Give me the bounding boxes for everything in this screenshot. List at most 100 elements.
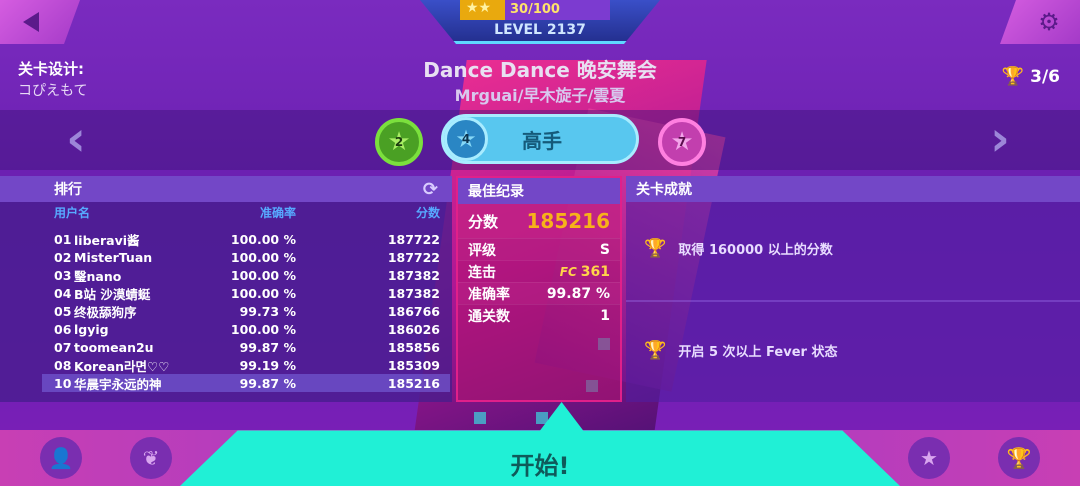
row-rank: 02 (54, 249, 72, 265)
top-bar: ★★ 30/100 LEVEL 2137 ⚙ (0, 0, 1080, 44)
row-rank: 01 (54, 231, 72, 247)
row-rank: 05 (54, 303, 72, 319)
leaderboard-header: 排行 ⟳ (0, 176, 452, 202)
difficulty-selected-pill[interactable]: ★ 4 高手 (441, 114, 639, 164)
prev-level-button[interactable]: ‹ (56, 114, 96, 164)
leaderboard-row[interactable]: 04 B站 沙漠蜻蜓 100.00 % 187382 (0, 284, 452, 302)
song-artist: Mrguai/早木旋子/雲夏 (454, 86, 626, 105)
row-name: Korean라면♡♡ (74, 358, 170, 374)
leaderboard-rows: 01 liberavi酱 100.00 % 187722 02 MisterTu… (0, 222, 452, 392)
difficulty-hard-button[interactable]: ★ 7 (658, 118, 706, 166)
row-name: 终极舔狗序 (74, 304, 137, 320)
clears-value: 1 (600, 307, 610, 324)
trophy-icon[interactable]: 🏆 (998, 437, 1040, 479)
row-accuracy: 100.00 % (230, 267, 296, 283)
settings-button[interactable]: ⚙ (1000, 0, 1080, 44)
best-score-row: 分数 185216 (458, 204, 620, 238)
row-accuracy: 99.19 % (239, 357, 296, 373)
row-score: 185856 (387, 339, 440, 355)
gear-icon: ⚙ (1038, 8, 1060, 36)
row-accuracy: 99.73 % (239, 303, 296, 319)
row-name: toomean2u (74, 339, 154, 355)
leaderboard-title: 排行 (54, 182, 82, 198)
trophy-count: 🏆 3/6 (1002, 66, 1060, 87)
achievement-item: 🏆 取得 160000 以上的分数 (644, 238, 833, 259)
row-rank: 06 (54, 321, 72, 337)
row-score: 186026 (387, 321, 440, 337)
back-arrow-icon (23, 12, 39, 32)
progress-text: 30/100 (510, 2, 560, 17)
column-accuracy: 准确率 (259, 205, 296, 220)
background-square (474, 412, 486, 424)
achievement-divider (626, 300, 1080, 302)
leaderboard-row[interactable]: 03 瑿nano 100.00 % 187382 (0, 266, 452, 284)
leaderboard-row-self[interactable]: 10 华晨宇永远的神 99.87 % 185216 (42, 374, 450, 392)
leaderboard-row[interactable]: 05 终极舔狗序 99.73 % 186766 (0, 302, 452, 320)
row-rank: 03 (54, 267, 72, 283)
star-icon[interactable]: ★ (908, 437, 950, 479)
row-name: B站 沙漠蜻蜓 (74, 286, 151, 302)
best-stats: 评级 S 连击 FC 361 准确率 99.87 % 通关数 1 (458, 238, 620, 326)
song-title: Dance Dance 晚安舞会 (423, 58, 657, 82)
leaderboard-row[interactable]: 08 Korean라면♡♡ 99.19 % 185309 (0, 356, 452, 374)
achievements-panel: 关卡成就 🏆 取得 160000 以上的分数 🏆 开启 5 次以上 Fever … (626, 176, 1080, 402)
trophy-icon: 🏆 (644, 238, 667, 259)
level-label: LEVEL 2137 (494, 22, 586, 38)
combo-label: 连击 (468, 264, 496, 281)
row-accuracy: 100.00 % (230, 285, 296, 301)
column-score: 分数 (415, 205, 440, 220)
difficulty-easy-level: 2 (394, 135, 404, 149)
background-square (536, 412, 548, 424)
row-score: 187382 (387, 267, 440, 283)
accuracy-value: 99.87 % (546, 285, 610, 302)
back-button[interactable] (0, 0, 80, 44)
best-accuracy-row: 准确率 99.87 % (458, 282, 620, 304)
trophy-count-text: 3/6 (1030, 66, 1060, 87)
best-score-value: 185216 (526, 209, 611, 233)
accuracy-label: 准确率 (468, 286, 510, 303)
difficulty-selected-level: 4 (461, 132, 471, 146)
row-accuracy: 99.87 % (239, 375, 296, 391)
row-score: 187382 (387, 285, 440, 301)
best-clears-row: 通关数 1 (458, 304, 620, 326)
achievement-text: 取得 160000 以上的分数 (678, 243, 833, 258)
leaf-icon[interactable]: ❦ (130, 437, 172, 479)
clears-label: 通关数 (468, 308, 510, 325)
row-accuracy: 100.00 % (230, 321, 296, 337)
refresh-icon[interactable]: ⟳ (423, 179, 438, 200)
profile-icon[interactable]: 👤 (40, 437, 82, 479)
full-combo-badge: FC (559, 264, 577, 279)
achievements-title: 关卡成就 (626, 176, 1080, 202)
row-accuracy: 100.00 % (230, 249, 296, 265)
level-progress-bar: ★★ 30/100 (460, 0, 610, 20)
row-rank: 08 (54, 357, 72, 373)
best-record-title: 最佳纪录 (458, 178, 620, 204)
row-name: MisterTuan (74, 249, 153, 265)
trophy-icon: 🏆 (644, 340, 667, 361)
leaderboard-row[interactable]: 02 MisterTuan 100.00 % 187722 (0, 248, 452, 266)
difficulty-easy-button[interactable]: ★ 2 (375, 118, 423, 166)
column-user: 用户名 (54, 205, 91, 220)
leaderboard-row[interactable]: 01 liberavi酱 100.00 % 187722 (0, 230, 452, 248)
difficulty-hard-level: 7 (677, 135, 687, 149)
row-accuracy: 100.00 % (230, 231, 296, 247)
row-score: 185309 (387, 357, 440, 373)
leaderboard-columns: 用户名 准确率 分数 (0, 202, 452, 222)
best-record-panel: 最佳纪录 分数 185216 评级 S 连击 FC 361 准确率 99.87 %… (456, 176, 622, 402)
row-score: 185216 (387, 375, 440, 391)
achievement-text: 开启 5 次以上 Fever 状态 (678, 345, 838, 360)
row-score: 186766 (387, 303, 440, 319)
best-grade-row: 评级 S (458, 238, 620, 260)
leaderboard-row[interactable]: 07 toomean2u 99.87 % 185856 (0, 338, 452, 356)
next-level-button[interactable]: › (980, 114, 1020, 164)
trophy-icon: 🏆 (1001, 66, 1025, 87)
row-rank: 07 (54, 339, 72, 355)
row-name: liberavi酱 (74, 232, 140, 248)
row-rank: 10 (54, 375, 72, 391)
leaderboard-row[interactable]: 06 lgyig 100.00 % 186026 (0, 320, 452, 338)
row-score: 187722 (387, 249, 440, 265)
grade-value: S (599, 241, 610, 258)
difficulty-selected-label: 高手 (522, 128, 562, 153)
row-name: 瑿nano (74, 268, 122, 284)
combo-value: 361 (580, 263, 610, 280)
